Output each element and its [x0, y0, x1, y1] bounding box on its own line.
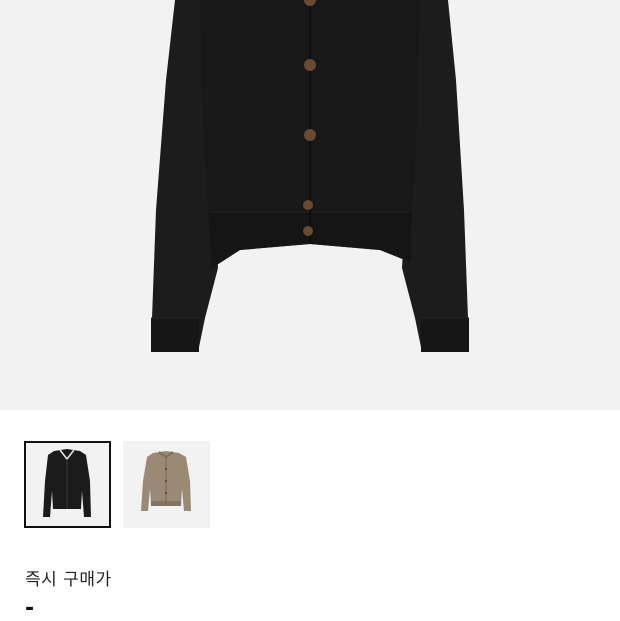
instant-price-value: -: [25, 596, 35, 621]
thumbnail-beige-cardigan[interactable]: [123, 441, 210, 528]
product-main-image[interactable]: [0, 0, 620, 410]
beige-cardigan-thumbnail-icon: [141, 451, 191, 511]
thumbnail-list: [24, 441, 210, 528]
black-cardigan-thumbnail-icon: [43, 449, 91, 517]
black-cardigan-image-icon: [151, 0, 469, 352]
thumbnail-black-cardigan[interactable]: [24, 441, 111, 528]
instant-price-label: 즉시 구매가: [25, 570, 112, 590]
